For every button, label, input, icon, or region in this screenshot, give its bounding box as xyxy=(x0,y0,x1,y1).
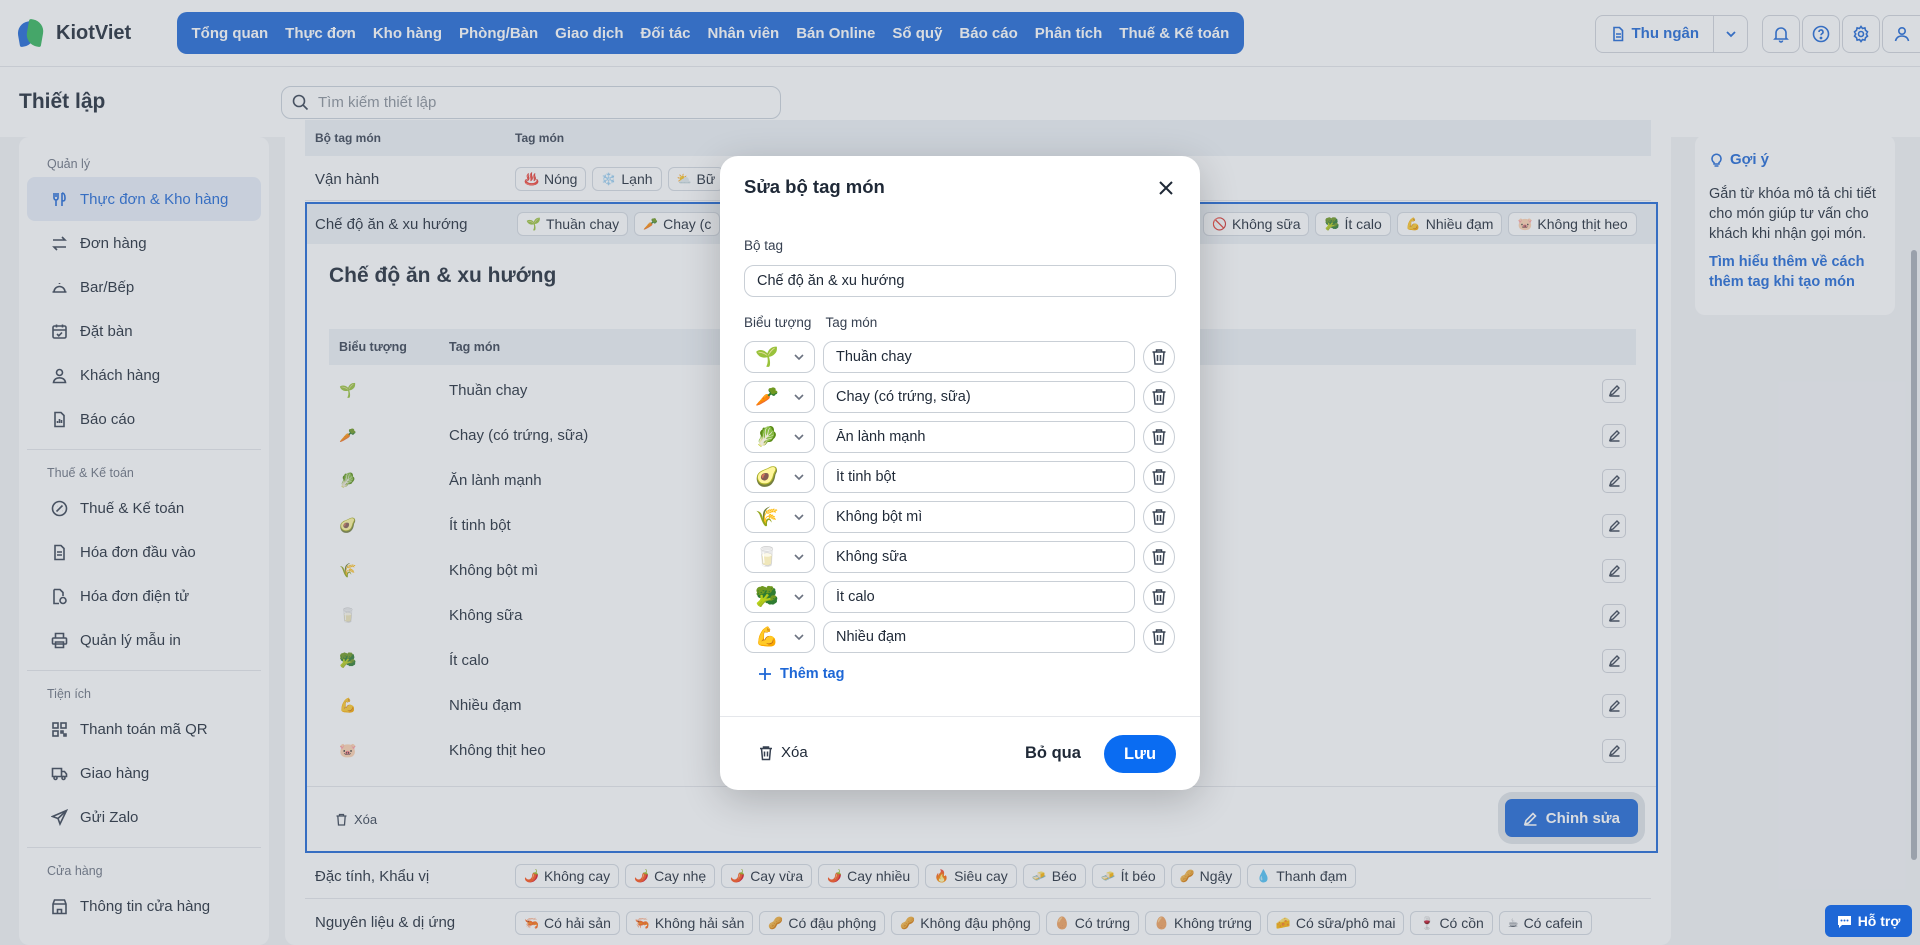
col-tag: Tag món xyxy=(825,315,878,330)
tag-name-input[interactable] xyxy=(823,461,1135,493)
page-scrollbar[interactable] xyxy=(1911,250,1917,860)
tag-set-label: Bộ tag xyxy=(744,238,784,253)
leaf-icon: 🥬 xyxy=(755,427,779,448)
tag-edit-row: 🌱 xyxy=(744,341,1176,373)
tag-set-name-input[interactable] xyxy=(744,265,1176,297)
icon-picker[interactable]: 🥬 xyxy=(744,421,815,453)
carrot-icon: 🥕 xyxy=(755,387,779,408)
add-tag-button[interactable]: Thêm tag xyxy=(758,666,844,682)
delete-tag-button[interactable] xyxy=(1143,341,1175,373)
delete-tag-button[interactable] xyxy=(1143,621,1175,653)
icon-picker[interactable]: 🌾 xyxy=(744,501,815,533)
delete-label: Xóa xyxy=(781,744,808,761)
no-milk-icon: 🥛 xyxy=(755,547,779,568)
support-label: Hỗ trợ xyxy=(1857,913,1901,929)
chevron-down-icon xyxy=(794,394,804,401)
tag-name-input[interactable] xyxy=(823,541,1135,573)
tag-name-input[interactable] xyxy=(823,501,1135,533)
broccoli-icon: 🥦 xyxy=(755,587,779,608)
trash-icon xyxy=(1152,509,1166,525)
tag-name-input[interactable] xyxy=(823,581,1135,613)
close-icon xyxy=(1159,181,1173,195)
icon-picker[interactable]: 🥑 xyxy=(744,461,815,493)
chevron-down-icon xyxy=(794,594,804,601)
delete-tag-button[interactable] xyxy=(1143,501,1175,533)
plus-icon xyxy=(759,668,771,680)
trash-icon xyxy=(1152,349,1166,365)
no-wheat-icon: 🌾 xyxy=(755,507,779,528)
support-button[interactable]: Hỗ trợ xyxy=(1825,905,1912,937)
col-icon: Biểu tượng xyxy=(744,315,812,330)
icon-picker[interactable]: 🥦 xyxy=(744,581,815,613)
tag-edit-row: 🥬 xyxy=(744,421,1176,453)
delete-tag-button[interactable] xyxy=(1143,541,1175,573)
chevron-down-icon xyxy=(794,474,804,481)
tag-edit-row: 💪 xyxy=(744,621,1176,653)
chevron-down-icon xyxy=(794,634,804,641)
tag-name-input[interactable] xyxy=(823,421,1135,453)
dialog-footer: Xóa Bỏ qua Lưu xyxy=(720,716,1200,790)
tag-columns-header: Biểu tượng Tag món xyxy=(744,315,877,330)
chevron-down-icon xyxy=(794,554,804,561)
chat-icon xyxy=(1837,915,1851,928)
chevron-down-icon xyxy=(794,354,804,361)
trash-icon xyxy=(760,745,772,760)
tag-edit-row: 🌾 xyxy=(744,501,1176,533)
tag-edit-row: 🥛 xyxy=(744,541,1176,573)
trash-icon xyxy=(1152,589,1166,605)
chevron-down-icon xyxy=(794,434,804,441)
edit-tag-set-dialog: Sửa bộ tag món Bộ tag Biểu tượng Tag món… xyxy=(720,156,1200,790)
trash-icon xyxy=(1152,429,1166,445)
icon-picker[interactable]: 🥛 xyxy=(744,541,815,573)
save-button[interactable]: Lưu xyxy=(1104,735,1176,773)
delete-set-button[interactable]: Xóa xyxy=(758,744,808,761)
icon-picker[interactable]: 🥕 xyxy=(744,381,815,413)
dialog-title: Sửa bộ tag món xyxy=(744,176,885,197)
delete-tag-button[interactable] xyxy=(1143,581,1175,613)
tag-name-input[interactable] xyxy=(823,341,1135,373)
close-button[interactable] xyxy=(1156,178,1176,198)
icon-picker[interactable]: 💪 xyxy=(744,621,815,653)
cancel-button[interactable]: Bỏ qua xyxy=(1025,744,1081,763)
tag-edit-row: 🥕 xyxy=(744,381,1176,413)
chevron-down-icon xyxy=(794,514,804,521)
tag-name-input[interactable] xyxy=(823,381,1135,413)
icon-picker[interactable]: 🌱 xyxy=(744,341,815,373)
delete-tag-button[interactable] xyxy=(1143,421,1175,453)
sprout-icon: 🌱 xyxy=(755,347,779,368)
avocado-icon: 🥑 xyxy=(755,467,779,488)
tag-edit-row: 🥦 xyxy=(744,581,1176,613)
add-tag-label: Thêm tag xyxy=(780,666,845,682)
trash-icon xyxy=(1152,389,1166,405)
delete-tag-button[interactable] xyxy=(1143,461,1175,493)
delete-tag-button[interactable] xyxy=(1143,381,1175,413)
muscle-icon: 💪 xyxy=(755,627,779,648)
trash-icon xyxy=(1152,629,1166,645)
tag-edit-row: 🥑 xyxy=(744,461,1176,493)
trash-icon xyxy=(1152,549,1166,565)
tag-name-input[interactable] xyxy=(823,621,1135,653)
trash-icon xyxy=(1152,469,1166,485)
